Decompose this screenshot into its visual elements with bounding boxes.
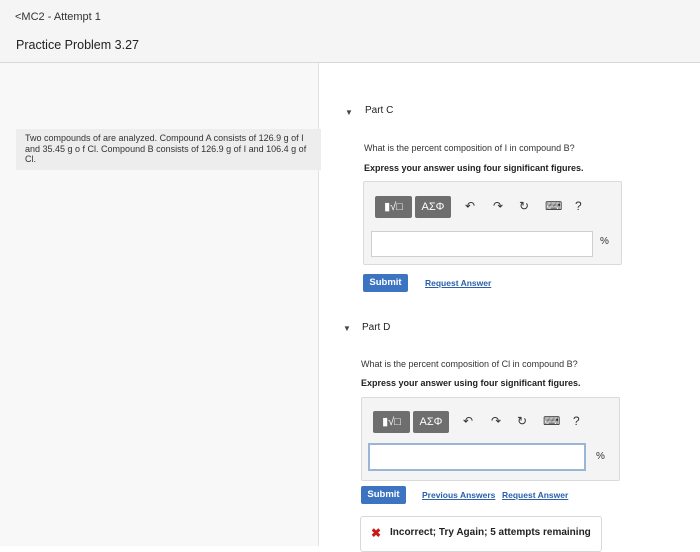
part-c-label: Part C [365,105,394,116]
help-icon[interactable]: ? [575,199,582,213]
problem-title: Practice Problem 3.27 [16,38,139,52]
part-d-unit: % [596,451,605,462]
undo-icon[interactable]: ↶ [463,414,473,428]
template-button[interactable]: ▮√□ [373,411,410,433]
part-c-submit-button[interactable]: Submit [363,274,408,292]
part-d-instruction: Express your answer using four significa… [361,378,581,388]
part-d-question: What is the percent composition of Cl in… [361,359,578,369]
feedback-box: ✖ Incorrect; Try Again; 5 attempts remai… [360,516,602,552]
template-button[interactable]: ▮√□ [375,196,412,218]
redo-icon[interactable]: ↷ [491,414,501,428]
part-d-submit-button[interactable]: Submit [361,486,406,504]
part-d-request-answer-link[interactable]: Request Answer [502,490,568,500]
part-d-previous-answers-link[interactable]: Previous Answers [422,490,495,500]
back-link[interactable]: <MC2 - Attempt 1 [15,11,101,23]
redo-icon[interactable]: ↷ [493,199,503,213]
part-c-unit: % [600,236,609,247]
incorrect-x-icon: ✖ [371,526,382,540]
part-d-toolbar: ▮√□ AΣΦ ↶ ↷ ↻ ⌨ ? [373,411,603,433]
part-c-toolbar: ▮√□ AΣΦ ↶ ↷ ↻ ⌨ ? [375,196,605,218]
greek-symbols-button[interactable]: AΣΦ [413,411,449,433]
greek-symbols-button[interactable]: AΣΦ [415,196,451,218]
header: <MC2 - Attempt 1 Practice Problem 3.27 [0,0,700,63]
part-d-label: Part D [362,322,391,333]
part-c-answer-input[interactable] [371,231,593,257]
part-c-request-answer-link[interactable]: Request Answer [425,278,491,288]
part-d-answer-input[interactable] [368,443,586,471]
undo-icon[interactable]: ↶ [465,199,475,213]
help-icon[interactable]: ? [573,414,580,428]
reset-icon[interactable]: ↻ [517,414,527,428]
problem-statement: Two compounds of are analyzed. Compound … [16,129,321,170]
problem-panel: Two compounds of are analyzed. Compound … [0,63,321,546]
reset-icon[interactable]: ↻ [519,199,529,213]
keyboard-icon[interactable]: ⌨ [543,414,560,428]
feedback-message: Incorrect; Try Again; 5 attempts remaini… [390,527,591,538]
part-d-answer-box: ▮√□ AΣΦ ↶ ↷ ↻ ⌨ ? % [361,397,620,481]
keyboard-icon[interactable]: ⌨ [545,199,562,213]
part-c-instruction: Express your answer using four significa… [364,163,584,173]
part-d-collapse-icon[interactable]: ▼ [343,324,351,333]
part-c-collapse-icon[interactable]: ▼ [345,108,353,117]
part-c-question: What is the percent composition of I in … [364,143,575,153]
part-c-answer-box: ▮√□ AΣΦ ↶ ↷ ↻ ⌨ ? % [363,181,622,265]
